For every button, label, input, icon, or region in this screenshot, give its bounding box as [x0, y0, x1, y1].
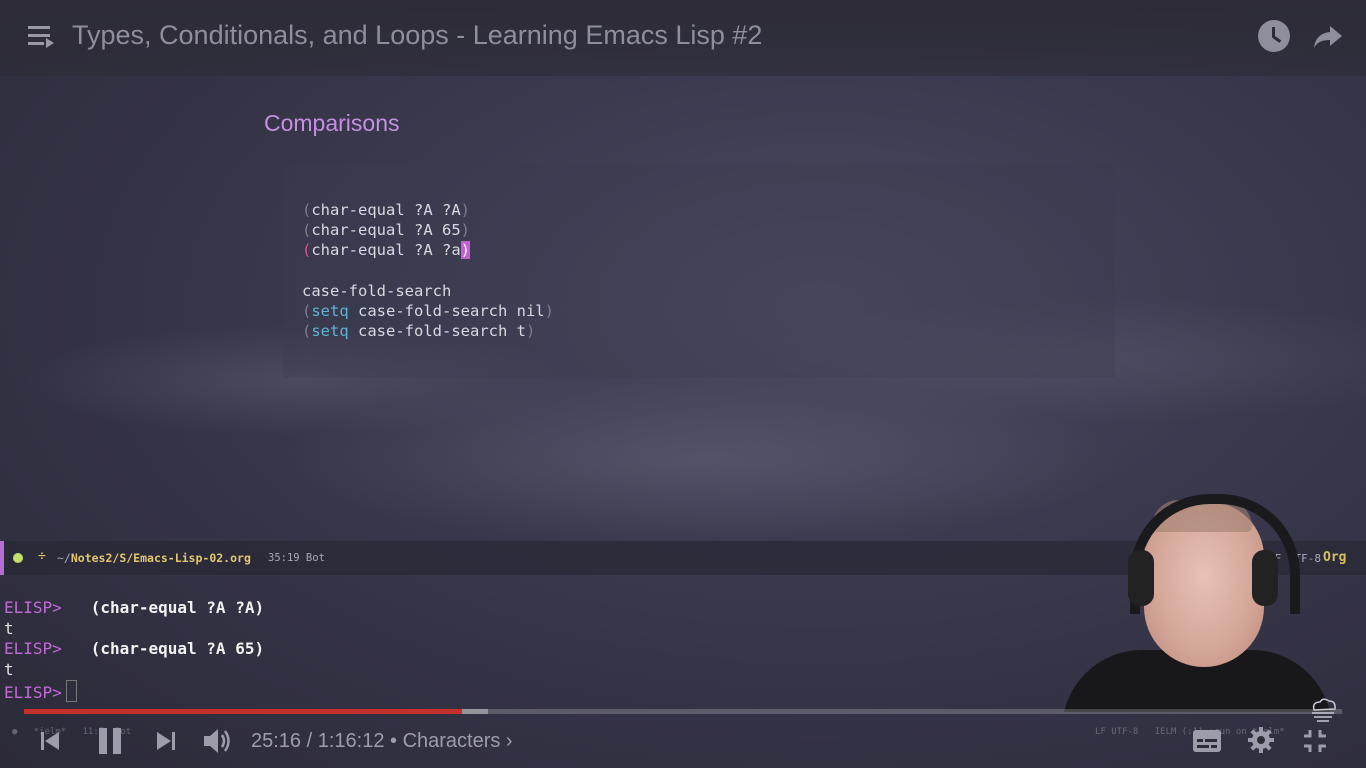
- slide-heading: Comparisons: [264, 110, 400, 136]
- skip-previous-icon[interactable]: [38, 729, 62, 753]
- progress-bar[interactable]: [24, 709, 1342, 714]
- playlist-menu-icon[interactable]: [28, 26, 54, 50]
- subtitles-icon[interactable]: [1193, 730, 1221, 752]
- code-block: [283, 164, 1115, 378]
- gear-icon[interactable]: [1247, 726, 1275, 754]
- video-title[interactable]: Types, Conditionals, and Loops - Learnin…: [72, 20, 762, 51]
- skip-next-icon[interactable]: [154, 729, 178, 753]
- watch-later-icon[interactable]: [1258, 20, 1290, 52]
- code-line: case-fold-search: [302, 282, 452, 300]
- cursor-position: 35:19 Bot: [268, 552, 325, 564]
- share-icon[interactable]: [1312, 22, 1344, 50]
- webcam-overlay: [1062, 490, 1332, 712]
- buffered-progress: [461, 709, 488, 714]
- exit-fullscreen-icon[interactable]: [1301, 727, 1329, 755]
- repl-entry: ELISP> (char-equal ?A 65): [4, 639, 265, 658]
- code-line: (char-equal ?A ?A): [302, 201, 470, 219]
- time-and-chapter[interactable]: 25:16 / 1:16:12 • Characters ›: [251, 730, 513, 753]
- code-line: (setq case-fold-search nil): [302, 302, 554, 320]
- pause-icon[interactable]: [97, 728, 123, 754]
- repl-result: t: [4, 660, 14, 679]
- repl-entry: ELISP> (char-equal ?A ?A): [4, 598, 265, 617]
- code-line: (setq case-fold-search t): [302, 322, 536, 340]
- status-dot-icon: [13, 553, 23, 563]
- headphone-right: [1252, 550, 1278, 606]
- channel-logo-icon: [1312, 698, 1336, 722]
- buffer-file-path: ~/Notes2/S/Emacs-Lisp-02.org: [57, 551, 251, 565]
- repl-result: t: [4, 619, 14, 638]
- repl-cursor[interactable]: [65, 680, 77, 702]
- repl-input-line[interactable]: ELISP>: [4, 680, 77, 702]
- video-top-bar: Types, Conditionals, and Loops - Learnin…: [0, 0, 1366, 76]
- code-line-current[interactable]: (char-equal ?A ?a): [302, 241, 470, 259]
- volume-icon[interactable]: [202, 726, 234, 756]
- headphone-left: [1128, 550, 1154, 606]
- modified-indicator: ÷: [38, 549, 46, 564]
- active-window-indicator: [0, 541, 4, 575]
- text-cursor: ): [460, 241, 470, 259]
- played-progress: [24, 709, 462, 714]
- code-line: (char-equal ?A 65): [302, 221, 470, 239]
